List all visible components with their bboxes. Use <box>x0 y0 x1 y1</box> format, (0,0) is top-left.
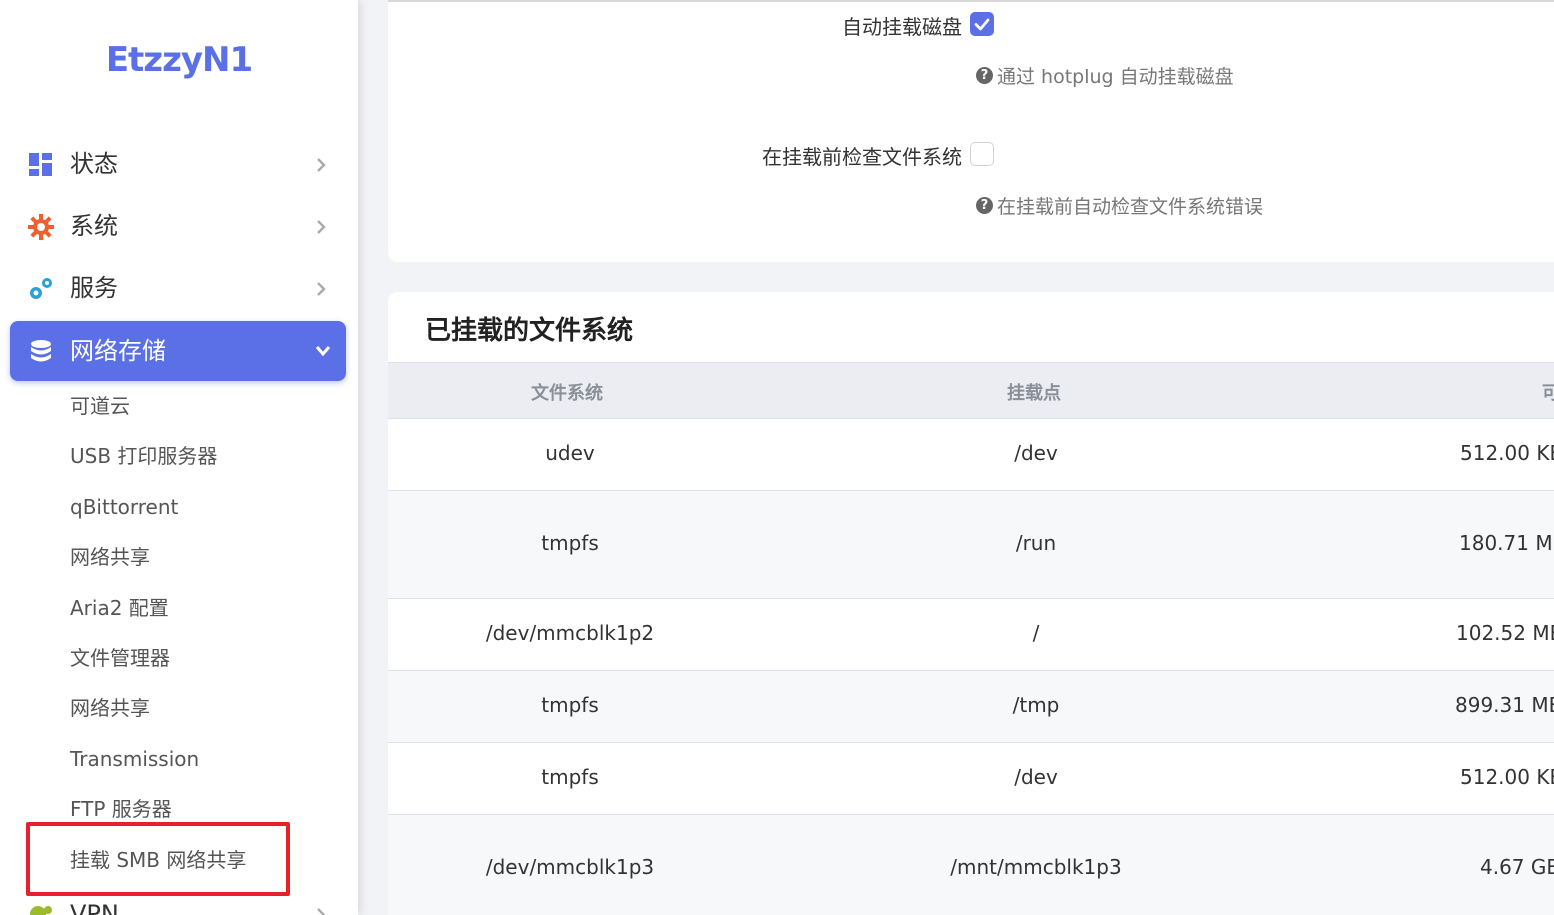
database-icon <box>31 340 51 362</box>
cell-available: 899.31 MB <box>1455 693 1554 717</box>
table-row: tmpfs /dev 512.00 KB <box>388 742 1554 814</box>
cell-mountpoint: /dev <box>1014 765 1058 789</box>
mount-settings-card: 自动挂载磁盘 ? 通过 hotplug 自动挂载磁盘 在挂载前检查文件系统 ? … <box>388 0 1554 262</box>
cell-mountpoint: /tmp <box>1012 693 1060 717</box>
cell-mountpoint: /dev <box>1014 441 1058 465</box>
mounted-fs-card: 已挂载的文件系统 文件系统 挂载点 可 udev /dev 512.00 KB … <box>388 292 1554 915</box>
cell-mountpoint: /mnt/mmcblk1p3 <box>950 855 1122 879</box>
gear-icon <box>28 214 54 240</box>
sidebar-item-system[interactable]: 系统 <box>10 196 346 256</box>
cell-available: 4.67 GB <box>1480 855 1554 879</box>
cell-filesystem: udev <box>545 441 595 465</box>
dashboard-icon <box>29 153 52 176</box>
sidebar-item-label: 网络存储 <box>70 337 166 365</box>
cell-filesystem: tmpfs <box>541 765 599 789</box>
sidebar-item-label: 系统 <box>70 212 118 240</box>
chevron-down-icon <box>315 346 331 357</box>
auto-mount-checkbox[interactable] <box>970 12 994 36</box>
sidebar-subitem-ftp-server[interactable]: FTP 服务器 <box>70 796 172 822</box>
check-fs-checkbox[interactable] <box>970 142 994 166</box>
sidebar-item-services[interactable]: 服务 <box>10 258 346 318</box>
highlight-annotation <box>26 822 290 896</box>
auto-mount-help-text: 通过 hotplug 自动挂载磁盘 <box>997 66 1234 88</box>
cell-filesystem: /dev/mmcblk1p2 <box>485 621 655 645</box>
question-circle-icon: ? <box>976 197 993 214</box>
cell-available: 512.00 KB <box>1460 441 1554 465</box>
chevron-right-icon <box>317 282 326 296</box>
sidebar-subitem-qbittorrent[interactable]: qBittorrent <box>70 494 178 520</box>
sidebar-item-status[interactable]: 状态 <box>10 134 346 194</box>
gears-icon <box>30 278 52 299</box>
table-row: /dev/mmcblk1p3 /mnt/mmcblk1p3 4.67 GB <box>388 814 1554 915</box>
column-header-available: 可 <box>1542 383 1554 404</box>
sidebar-item-label: 状态 <box>70 150 118 178</box>
check-fs-help-text: 在挂载前自动检查文件系统错误 <box>997 196 1264 218</box>
section-title: 已挂载的文件系统 <box>425 316 634 346</box>
table-row: tmpfs /run 180.71 MB <box>388 490 1554 598</box>
auto-mount-help: ? 通过 hotplug 自动挂载磁盘 <box>976 62 1234 89</box>
chevron-right-icon <box>317 908 326 915</box>
vpn-icon <box>30 906 52 915</box>
sidebar-item-label: VPN <box>70 900 119 915</box>
chevron-right-icon <box>317 158 326 172</box>
cell-available: 512.00 KB <box>1460 765 1554 789</box>
check-fs-help: ? 在挂载前自动检查文件系统错误 <box>976 192 1263 219</box>
cell-available: 102.52 MB <box>1456 621 1554 645</box>
sidebar-item-vpn[interactable]: VPN <box>10 898 346 915</box>
chevron-right-icon <box>317 220 326 234</box>
sidebar-subitem-kodcloud[interactable]: 可道云 <box>70 393 130 419</box>
table-row: tmpfs /tmp 899.31 MB <box>388 670 1554 742</box>
auto-mount-label: 自动挂载磁盘 <box>842 15 962 39</box>
sidebar-subitem-network-share-2[interactable]: 网络共享 <box>70 695 150 721</box>
sidebar-subitem-network-share[interactable]: 网络共享 <box>70 544 150 570</box>
brand-logo[interactable]: EtzzyN1 <box>0 40 358 80</box>
cell-filesystem: /dev/mmcblk1p3 <box>485 855 655 879</box>
sidebar-subitem-aria2[interactable]: Aria2 配置 <box>70 595 169 621</box>
sidebar-item-network-storage[interactable]: 网络存储 <box>10 321 346 381</box>
cell-mountpoint: / <box>1032 621 1040 645</box>
sidebar-subitem-file-manager[interactable]: 文件管理器 <box>70 645 170 671</box>
check-icon <box>974 18 990 31</box>
check-fs-label: 在挂载前检查文件系统 <box>762 145 962 169</box>
cell-mountpoint: /run <box>1015 531 1057 555</box>
sidebar-subitem-transmission[interactable]: Transmission <box>70 746 199 772</box>
cell-filesystem: tmpfs <box>541 531 599 555</box>
sidebar-item-label: 服务 <box>70 274 118 302</box>
column-header-mountpoint: 挂载点 <box>1007 383 1061 404</box>
cell-filesystem: tmpfs <box>541 693 599 717</box>
column-header-filesystem: 文件系统 <box>531 383 603 404</box>
sidebar-subitem-usb-printer[interactable]: USB 打印服务器 <box>70 443 217 469</box>
sidebar: EtzzyN1 状态 系统 服务 网络存储 可道云 USB 打印服务器 qBit… <box>0 0 358 915</box>
question-circle-icon: ? <box>976 67 993 84</box>
table-row: /dev/mmcblk1p2 / 102.52 MB <box>388 598 1554 670</box>
cell-available: 180.71 MB <box>1459 531 1554 555</box>
table-header: 文件系统 挂载点 可 <box>388 362 1554 418</box>
table-row: udev /dev 512.00 KB <box>388 418 1554 490</box>
